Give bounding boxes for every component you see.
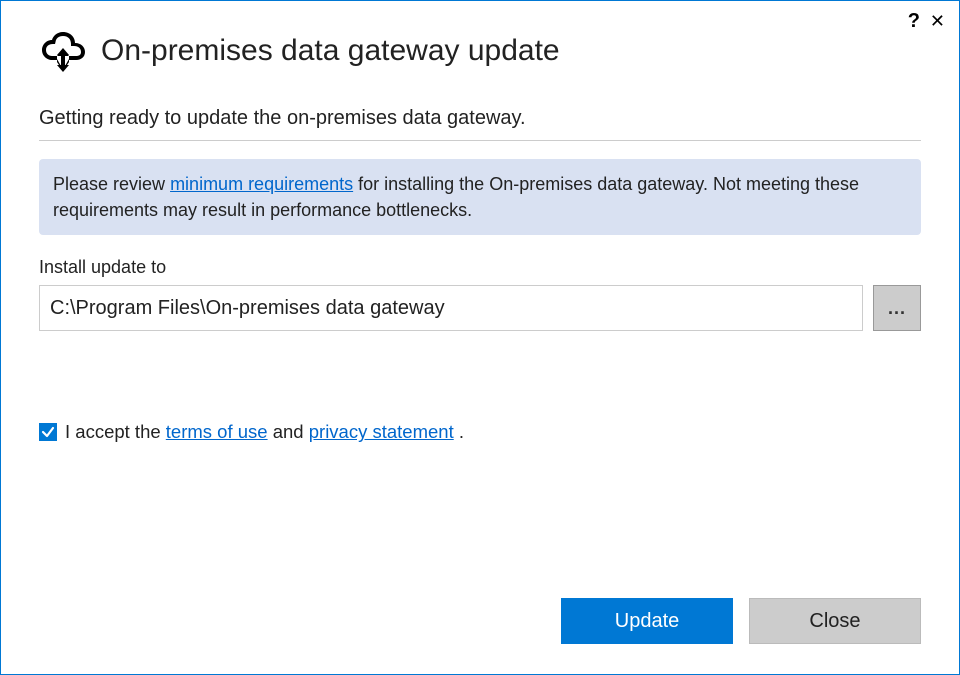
terms-of-use-link[interactable]: terms of use: [166, 421, 268, 442]
minimum-requirements-link[interactable]: minimum requirements: [170, 174, 353, 194]
help-icon[interactable]: ?: [908, 11, 920, 31]
accept-pre: I accept the: [65, 421, 166, 442]
subtitle: Getting ready to update the on-premises …: [39, 107, 921, 141]
install-path-label: Install update to: [39, 257, 921, 278]
requirements-info: Please review minimum requirements for i…: [39, 159, 921, 235]
header: On-premises data gateway update: [39, 29, 921, 73]
titlebar-controls: ? ✕: [908, 11, 945, 31]
update-button[interactable]: Update: [561, 598, 733, 644]
accept-post: .: [454, 421, 464, 442]
browse-button[interactable]: ...: [873, 285, 921, 331]
button-row: Update Close: [561, 598, 921, 644]
install-path-input[interactable]: [39, 285, 863, 331]
accept-text: I accept the terms of use and privacy st…: [65, 421, 464, 443]
accept-mid: and: [268, 421, 309, 442]
install-path-row: ...: [39, 285, 921, 331]
page-title: On-premises data gateway update: [101, 34, 560, 68]
accept-checkbox[interactable]: [39, 423, 57, 441]
accept-row: I accept the terms of use and privacy st…: [39, 421, 921, 443]
dialog-window: ? ✕ On-premises data gateway update Gett…: [0, 0, 960, 675]
info-prefix: Please review: [53, 174, 170, 194]
privacy-statement-link[interactable]: privacy statement: [309, 421, 454, 442]
close-button[interactable]: Close: [749, 598, 921, 644]
close-icon[interactable]: ✕: [930, 12, 945, 30]
dialog-content: On-premises data gateway update Getting …: [1, 1, 959, 443]
cloud-upload-icon: [39, 29, 87, 73]
